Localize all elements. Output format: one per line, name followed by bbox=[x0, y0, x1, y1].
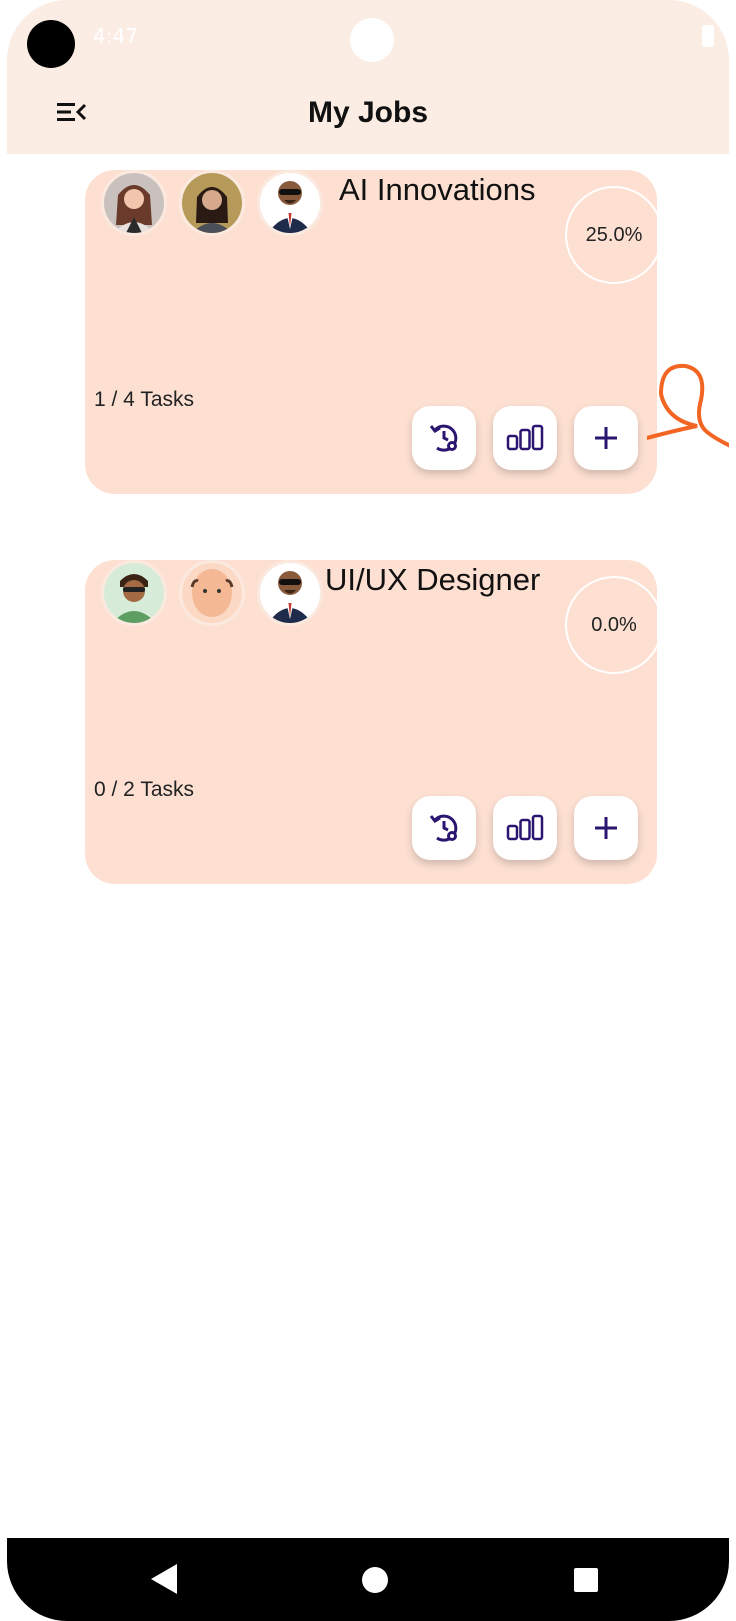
plus-icon bbox=[595, 817, 617, 839]
job-title: AI Innovations bbox=[339, 172, 536, 207]
avatar bbox=[179, 560, 245, 626]
annotation-squiggle-icon bbox=[647, 363, 729, 448]
tasks-count: 0 / 2 Tasks bbox=[94, 778, 194, 801]
job-title: UI/UX Designer bbox=[325, 562, 541, 597]
front-camera-icon bbox=[350, 18, 394, 62]
history-settings-icon bbox=[429, 814, 458, 842]
page-title: My Jobs bbox=[307, 96, 429, 129]
bar-chart-icon bbox=[506, 424, 544, 451]
back-icon[interactable] bbox=[149, 1562, 179, 1596]
recents-icon[interactable] bbox=[574, 1568, 598, 1592]
status-time: 4:47 bbox=[93, 24, 138, 48]
stats-button[interactable] bbox=[493, 406, 557, 470]
history-settings-button[interactable] bbox=[412, 796, 476, 860]
progress-ring: 0.0% bbox=[565, 576, 663, 674]
top-app-bar: 4:47 My Jobs bbox=[7, 0, 729, 154]
avatar bbox=[257, 560, 323, 626]
job-card[interactable]: AI Innovations 25.0% 1 / 4 Tasks bbox=[85, 170, 663, 494]
avatar bbox=[101, 170, 167, 236]
add-task-button[interactable] bbox=[574, 406, 638, 470]
stats-button[interactable] bbox=[493, 796, 557, 860]
job-card[interactable]: UI/UX Designer 0.0% 0 / 2 Tasks bbox=[85, 560, 663, 884]
avatar bbox=[101, 560, 167, 626]
avatar bbox=[257, 170, 323, 236]
battery-icon bbox=[702, 25, 714, 47]
bar-chart-icon bbox=[506, 814, 544, 841]
history-settings-icon bbox=[429, 424, 458, 452]
tasks-count: 1 / 4 Tasks bbox=[94, 388, 194, 411]
plus-icon bbox=[595, 427, 617, 449]
phone-screen: 4:47 My Jobs AI Innovations 25.0% 1 / 4 … bbox=[7, 0, 729, 1621]
avatar bbox=[179, 170, 245, 236]
progress-ring: 25.0% bbox=[565, 186, 663, 284]
home-icon[interactable] bbox=[362, 1567, 388, 1593]
history-settings-button[interactable] bbox=[412, 406, 476, 470]
camera-icon bbox=[27, 20, 75, 68]
add-task-button[interactable] bbox=[574, 796, 638, 860]
